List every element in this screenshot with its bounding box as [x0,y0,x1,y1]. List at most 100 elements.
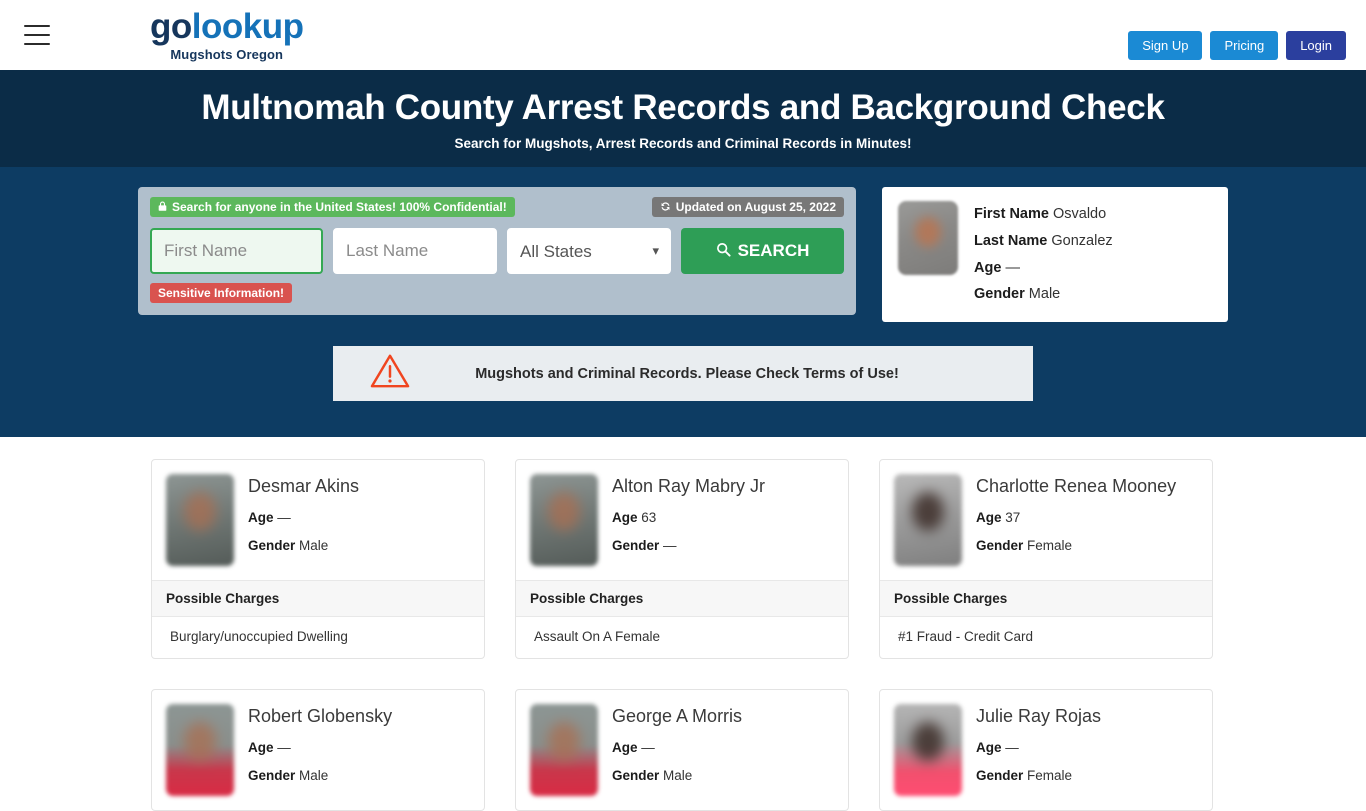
mugshot-thumbnail [166,704,234,796]
result-gender: Gender Male [248,768,392,783]
login-button[interactable]: Login [1286,31,1346,60]
featured-age-row: Age — [974,255,1113,282]
result-age-value: — [277,740,291,755]
result-gender-label: Gender [612,538,660,553]
result-gender-value: Female [1027,768,1073,783]
result-gender-label: Gender [976,768,1024,783]
result-gender-value: Male [299,768,329,783]
result-age-label: Age [976,510,1002,525]
result-age-label: Age [976,740,1002,755]
result-age-value: 63 [641,510,657,525]
hamburger-line [24,43,50,45]
featured-gender-value: Male [1028,286,1061,303]
result-card[interactable]: Julie Ray Rojas Age — Gender Female [879,689,1213,811]
terms-warning-banner: Mugshots and Criminal Records. Please Ch… [333,346,1033,402]
featured-first-name-label: First Name [974,206,1049,222]
result-age-value: — [277,510,291,525]
charge-text: Burglary/unoccupied Dwelling [170,629,348,644]
hamburger-line [24,25,50,27]
warning-wrapper: Mugshots and Criminal Records. Please Ch… [0,346,1366,402]
logo-go: go [150,7,192,46]
featured-person-card[interactable]: First Name Osvaldo Last Name Gonzalez Ag… [882,187,1228,323]
logo-wordmark: golookup [150,7,304,46]
results-section: Desmar Akins Age — Gender Male Possible Cha… [0,437,1366,811]
search-icon [716,242,731,260]
result-name: Alton Ray Mabry Jr [612,476,766,496]
mugshot-thumbnail [530,704,598,796]
last-name-input[interactable] [333,228,497,274]
result-card[interactable]: Alton Ray Mabry Jr Age 63 Gender — Possible… [515,459,849,659]
possible-charges-header: Possible Charges [880,580,1212,617]
result-age-value: — [641,740,655,755]
sign-up-button[interactable]: Sign Up [1128,31,1203,60]
result-gender: Gender — [612,538,765,553]
result-card-header: Alton Ray Mabry Jr Age 63 Gender — [516,460,848,580]
result-card[interactable]: Desmar Akins Age — Gender Male Possible Cha… [151,459,485,659]
search-fields: All States ▾ SEARCH [150,228,844,274]
search-panel: Search for anyone in the United States! … [138,187,856,315]
result-age: Age — [612,740,742,755]
result-card-info: Desmar Akins Age — Gender Male [248,474,359,566]
lock-icon [158,201,167,214]
result-gender-label: Gender [248,538,296,553]
result-name: Julie Ray Rojas [976,706,1102,726]
top-bar: golookup Mugshots Oregon Sign Up Pricing… [0,0,1366,70]
result-age-value: 37 [1005,510,1021,525]
result-age-label: Age [248,510,274,525]
sensitive-information-badge: Sensitive Information! [150,283,293,303]
result-gender-label: Gender [976,538,1024,553]
result-card[interactable]: Charlotte Renea Mooney Age 37 Gender Femal… [879,459,1213,659]
result-gender: Gender Male [612,768,742,783]
result-card-info: Charlotte Renea Mooney Age 37 Gender Femal… [976,474,1176,566]
logo-lookup: lookup [191,7,304,46]
first-name-input[interactable] [150,228,323,274]
hamburger-menu-icon[interactable] [24,25,50,45]
page-title-band: Multnomah County Arrest Records and Back… [0,70,1366,167]
state-select[interactable]: All States [507,228,671,274]
featured-gender-row: Gender Male [974,281,1113,308]
featured-age-label: Age [974,259,1002,276]
pricing-button[interactable]: Pricing [1210,31,1279,60]
page-title: Multnomah County Arrest Records and Back… [201,88,1165,127]
mugshot-thumbnail [894,704,962,796]
result-name: George A Morris [612,706,743,726]
site-logo[interactable]: golookup Mugshots Oregon [150,7,304,62]
result-gender-value: Male [663,768,693,783]
featured-first-name-row: First Name Osvaldo [974,201,1113,228]
result-card-header: George A Morris Age — Gender Male [516,690,848,810]
hero-row: Search for anyone in the United States! … [0,187,1366,323]
result-gender: Gender Female [976,538,1176,553]
updated-badge-text: Updated on August 25, 2022 [675,200,836,214]
featured-last-name-label: Last Name [974,232,1048,249]
warning-triangle-icon [369,352,411,395]
result-card-header: Charlotte Renea Mooney Age 37 Gender Femal… [880,460,1212,580]
hero-section: Search for anyone in the United States! … [0,167,1366,437]
result-gender-value: Male [299,538,329,553]
search-badges: Search for anyone in the United States! … [150,197,844,217]
result-card[interactable]: Robert Globensky Age — Gender Male [151,689,485,811]
avatar [898,201,958,275]
updated-badge: Updated on August 25, 2022 [651,197,844,217]
terms-warning-text: Mugshots and Criminal Records. Please Ch… [475,365,899,382]
search-button[interactable]: SEARCH [681,228,844,274]
search-button-label: SEARCH [737,241,810,260]
hamburger-line [24,34,50,36]
logo-subtitle: Mugshots Oregon [170,47,284,62]
result-card[interactable]: George A Morris Age — Gender Male [515,689,849,811]
result-card-header: Robert Globensky Age — Gender Male [152,690,484,810]
charge-text: #1 Fraud - Credit Card [898,629,1034,644]
featured-last-name-value: Gonzalez [1051,232,1113,249]
possible-charges-header: Possible Charges [152,580,484,617]
page-subtitle: Search for Mugshots, Arrest Records and … [454,136,912,151]
result-card-info: Robert Globensky Age — Gender Male [248,704,392,796]
state-select-wrapper: All States ▾ [507,228,671,274]
result-gender: Gender Female [976,768,1101,783]
result-age-label: Age [248,740,274,755]
result-card-info: Julie Ray Rojas Age — Gender Female [976,704,1101,796]
results-grid: Desmar Akins Age — Gender Male Possible Cha… [151,459,1215,811]
result-age-label: Age [612,740,638,755]
auth-buttons: Sign Up Pricing Login [1128,31,1346,60]
result-gender-value: Female [1027,538,1073,553]
mugshot-thumbnail [530,474,598,566]
result-age: Age 37 [976,510,1176,525]
